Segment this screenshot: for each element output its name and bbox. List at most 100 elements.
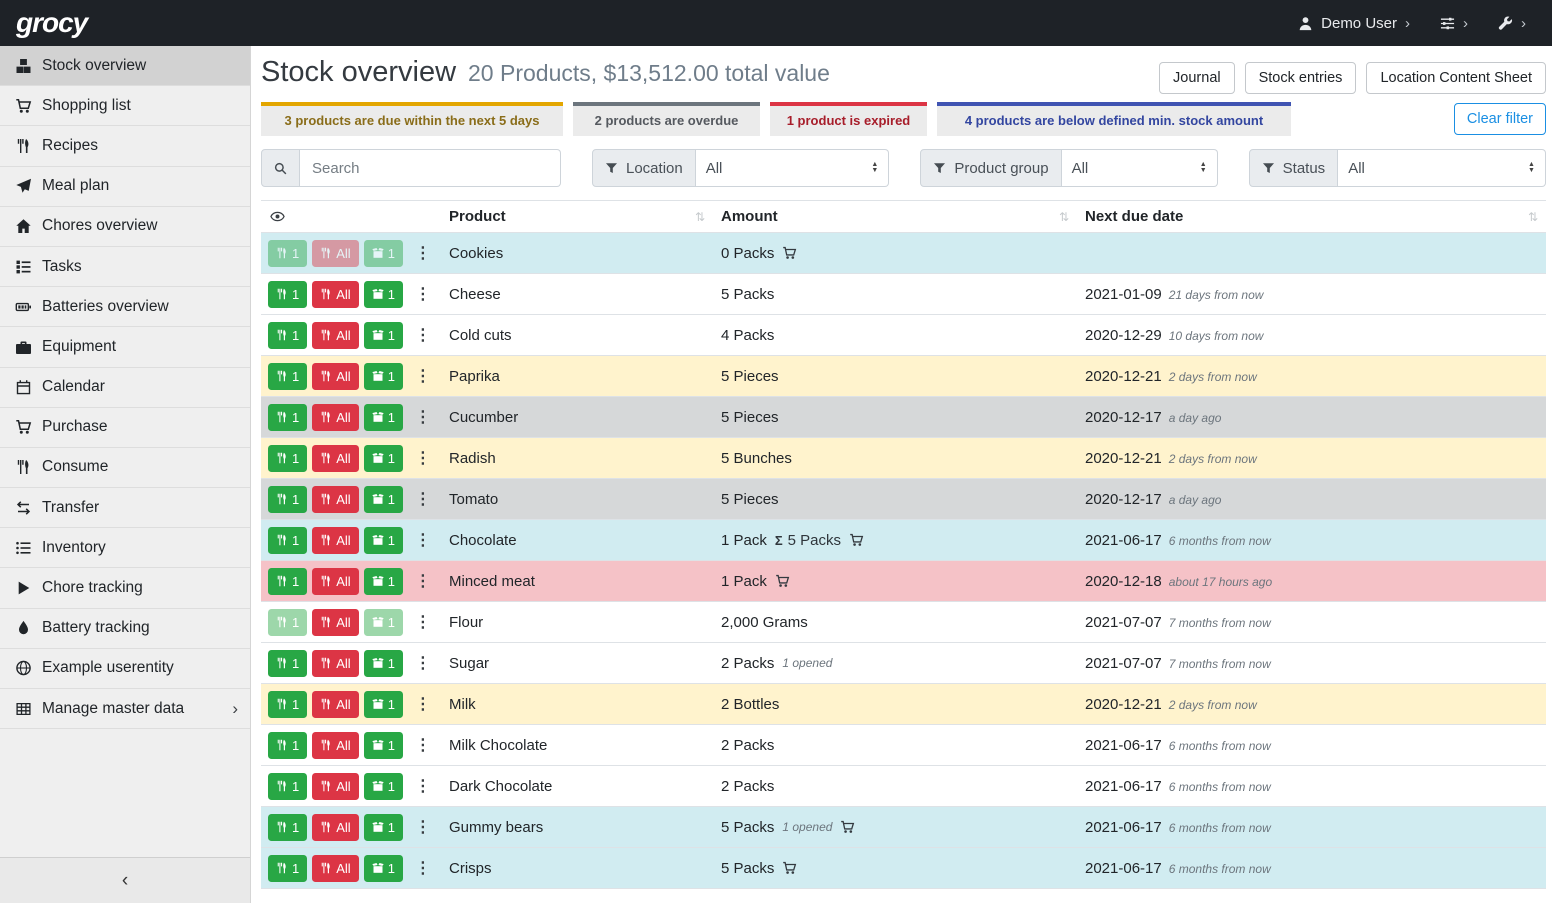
row-menu-button[interactable]: ⋮ — [409, 448, 437, 468]
row-menu-button[interactable]: ⋮ — [409, 612, 437, 632]
open-one-button[interactable]: 1 — [364, 650, 403, 677]
consume-one-button[interactable]: 1 — [268, 609, 307, 636]
consume-all-button[interactable]: All — [312, 445, 358, 472]
consume-all-button[interactable]: All — [312, 691, 358, 718]
open-one-button[interactable]: 1 — [364, 773, 403, 800]
consume-all-button[interactable]: All — [312, 281, 358, 308]
row-menu-button[interactable]: ⋮ — [409, 530, 437, 550]
sort-icon[interactable]: ⇅ — [695, 210, 705, 224]
row-menu-button[interactable]: ⋮ — [409, 776, 437, 796]
toggle-columns-button[interactable] — [261, 209, 441, 224]
row-menu-button[interactable]: ⋮ — [409, 817, 437, 837]
consume-one-button[interactable]: 1 — [268, 527, 307, 554]
sidebar-item-calendar[interactable]: Calendar — [0, 368, 250, 408]
settings-menu[interactable]: › — [1440, 16, 1468, 31]
row-menu-button[interactable]: ⋮ — [409, 407, 437, 427]
consume-all-button[interactable]: All — [312, 732, 358, 759]
consume-one-button[interactable]: 1 — [268, 650, 307, 677]
consume-all-button[interactable]: All — [312, 814, 358, 841]
sidebar-item-chore-tracking[interactable]: Chore tracking — [0, 568, 250, 608]
consume-all-button[interactable]: All — [312, 568, 358, 595]
row-menu-button[interactable]: ⋮ — [409, 489, 437, 509]
sort-icon[interactable]: ⇅ — [1528, 210, 1538, 224]
consume-one-button[interactable]: 1 — [268, 445, 307, 472]
journal-button[interactable]: Journal — [1159, 62, 1235, 94]
location-content-sheet-button[interactable]: Location Content Sheet — [1366, 62, 1546, 94]
row-menu-button[interactable]: ⋮ — [409, 325, 437, 345]
sidebar-item-purchase[interactable]: Purchase — [0, 408, 250, 448]
status-banner[interactable]: 3 products are due within the next 5 day… — [261, 102, 563, 136]
admin-menu[interactable]: › — [1498, 16, 1526, 31]
product-group-select[interactable]: All▲▼ — [1062, 149, 1218, 187]
consume-all-button[interactable]: All — [312, 486, 358, 513]
consume-all-button[interactable]: All — [312, 855, 358, 882]
row-menu-button[interactable]: ⋮ — [409, 366, 437, 386]
open-one-button[interactable]: 1 — [364, 568, 403, 595]
open-one-button[interactable]: 1 — [364, 445, 403, 472]
open-one-button[interactable]: 1 — [364, 814, 403, 841]
app-logo[interactable]: grocy — [16, 7, 87, 39]
user-menu[interactable]: Demo User › — [1298, 15, 1410, 32]
open-one-button[interactable]: 1 — [364, 855, 403, 882]
column-header-amount[interactable]: Amount ⇅ — [713, 208, 1077, 225]
status-select[interactable]: All▲▼ — [1338, 149, 1546, 187]
sidebar-item-meal-plan[interactable]: Meal plan — [0, 167, 250, 207]
sidebar-item-consume[interactable]: Consume — [0, 448, 250, 488]
open-one-button[interactable]: 1 — [364, 322, 403, 349]
consume-one-button[interactable]: 1 — [268, 568, 307, 595]
open-one-button[interactable]: 1 — [364, 486, 403, 513]
open-one-button[interactable]: 1 — [364, 281, 403, 308]
open-one-button[interactable]: 1 — [364, 404, 403, 431]
open-one-button[interactable]: 1 — [364, 691, 403, 718]
sidebar-item-equipment[interactable]: Equipment — [0, 327, 250, 367]
open-one-button[interactable]: 1 — [364, 240, 403, 267]
row-menu-button[interactable]: ⋮ — [409, 571, 437, 591]
sidebar-item-inventory[interactable]: Inventory — [0, 528, 250, 568]
sidebar-item-tasks[interactable]: Tasks — [0, 247, 250, 287]
consume-all-button[interactable]: All — [312, 363, 358, 390]
sidebar-item-battery-tracking[interactable]: Battery tracking — [0, 609, 250, 649]
status-banner[interactable]: 2 products are overdue — [573, 102, 760, 136]
search-input[interactable] — [300, 149, 561, 187]
row-menu-button[interactable]: ⋮ — [409, 694, 437, 714]
sidebar-item-example-userentity[interactable]: Example userentity — [0, 649, 250, 689]
status-banner[interactable]: 1 product is expired — [770, 102, 927, 136]
consume-all-button[interactable]: All — [312, 527, 358, 554]
column-header-product[interactable]: Product ⇅ — [441, 208, 713, 225]
status-banner[interactable]: 4 products are below defined min. stock … — [937, 102, 1291, 136]
sidebar-item-batteries-overview[interactable]: Batteries overview — [0, 287, 250, 327]
consume-one-button[interactable]: 1 — [268, 404, 307, 431]
row-menu-button[interactable]: ⋮ — [409, 735, 437, 755]
stock-entries-button[interactable]: Stock entries — [1245, 62, 1357, 94]
consume-all-button[interactable]: All — [312, 322, 358, 349]
consume-all-button[interactable]: All — [312, 404, 358, 431]
sidebar-item-recipes[interactable]: Recipes — [0, 126, 250, 166]
consume-all-button[interactable]: All — [312, 609, 358, 636]
open-one-button[interactable]: 1 — [364, 527, 403, 554]
row-menu-button[interactable]: ⋮ — [409, 653, 437, 673]
location-select[interactable]: All▲▼ — [696, 149, 890, 187]
consume-one-button[interactable]: 1 — [268, 855, 307, 882]
consume-one-button[interactable]: 1 — [268, 732, 307, 759]
clear-filter-button[interactable]: Clear filter — [1454, 103, 1546, 135]
row-menu-button[interactable]: ⋮ — [409, 243, 437, 263]
consume-one-button[interactable]: 1 — [268, 814, 307, 841]
consume-all-button[interactable]: All — [312, 240, 358, 267]
sidebar-item-transfer[interactable]: Transfer — [0, 488, 250, 528]
column-header-next-due-date[interactable]: Next due date ⇅ — [1077, 208, 1546, 225]
consume-one-button[interactable]: 1 — [268, 691, 307, 718]
consume-all-button[interactable]: All — [312, 650, 358, 677]
open-one-button[interactable]: 1 — [364, 609, 403, 636]
consume-one-button[interactable]: 1 — [268, 281, 307, 308]
consume-one-button[interactable]: 1 — [268, 322, 307, 349]
sidebar-item-manage-master-data[interactable]: Manage master data› — [0, 689, 250, 729]
sidebar-collapse-button[interactable]: ‹ — [0, 857, 250, 903]
row-menu-button[interactable]: ⋮ — [409, 284, 437, 304]
row-menu-button[interactable]: ⋮ — [409, 858, 437, 878]
sidebar-item-stock-overview[interactable]: Stock overview — [0, 46, 250, 86]
open-one-button[interactable]: 1 — [364, 363, 403, 390]
sidebar-item-shopping-list[interactable]: Shopping list — [0, 86, 250, 126]
consume-one-button[interactable]: 1 — [268, 240, 307, 267]
consume-all-button[interactable]: All — [312, 773, 358, 800]
sort-icon[interactable]: ⇅ — [1059, 210, 1069, 224]
